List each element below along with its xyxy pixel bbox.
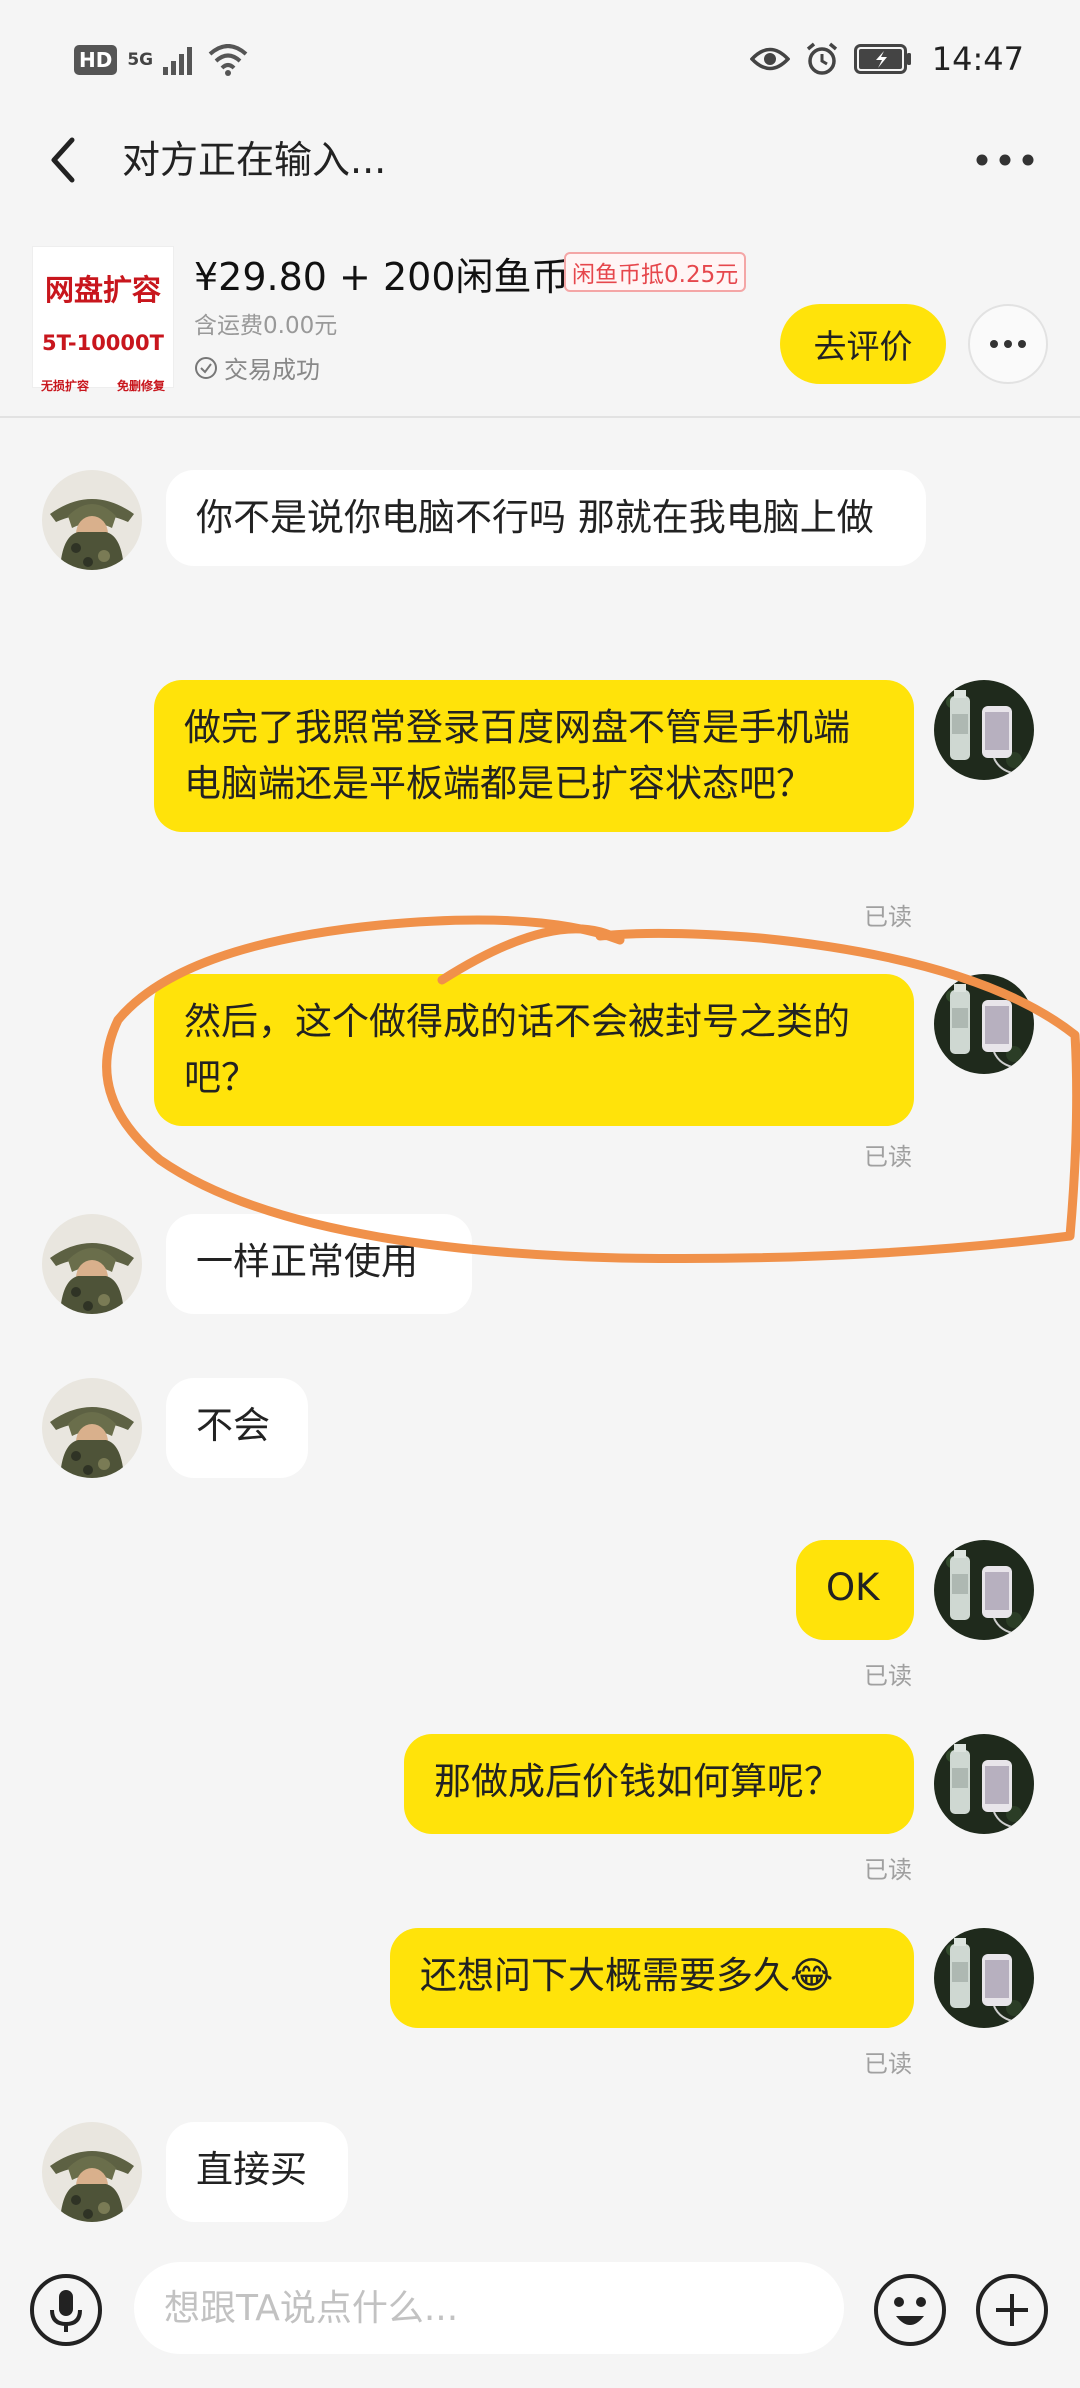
- product-thumbnail[interactable]: 网盘扩容 5T-10000T 无损扩容 免删修复: [32, 246, 174, 393]
- emoji-icon[interactable]: [872, 2272, 948, 2348]
- chat-header: 对方正在输入...: [0, 120, 1080, 200]
- deal-status: 交易成功: [194, 350, 320, 385]
- composer-bar: [0, 2248, 1080, 2388]
- thumbnail-title: 网盘扩容: [44, 273, 161, 307]
- seller-avatar[interactable]: [42, 1378, 142, 1478]
- read-receipt: 已读: [864, 1662, 912, 1690]
- clock: 14:47: [931, 40, 1024, 78]
- back-arrow-icon[interactable]: [40, 130, 90, 190]
- seller-avatar[interactable]: [42, 1214, 142, 1314]
- product-card[interactable]: 网盘扩容 5T-10000T 无损扩容 免删修复 ¥29.80 + 200闲鱼币…: [0, 226, 1080, 418]
- shipping-fee: 含运费0.00元: [194, 313, 338, 339]
- status-left: HD 5G: [74, 44, 249, 76]
- network-type: 5G: [127, 50, 154, 70]
- message-bubble-incoming[interactable]: 直接买: [166, 2122, 348, 2222]
- wifi-icon: [208, 44, 248, 76]
- message-bubble-outgoing[interactable]: OK: [796, 1540, 914, 1640]
- message-bubble-outgoing[interactable]: 那做成后价钱如何算呢？: [404, 1734, 914, 1834]
- buyer-avatar[interactable]: [934, 1928, 1034, 2028]
- rate-button[interactable]: 去评价: [780, 304, 946, 384]
- product-more-button[interactable]: [968, 304, 1048, 384]
- check-circle-icon: [195, 356, 217, 379]
- read-receipt: 已读: [864, 903, 912, 931]
- read-receipt: 已读: [864, 1856, 912, 1884]
- thumbnail-spec: 5T-10000T: [42, 331, 164, 355]
- hd-badge: HD: [74, 45, 118, 75]
- battery-icon: [853, 44, 911, 74]
- thumbnail-note-left: 无损扩容: [41, 379, 90, 393]
- more-options-icon[interactable]: [970, 138, 1040, 182]
- more-icon: [990, 340, 1026, 348]
- status-right: 14:47: [749, 40, 1024, 78]
- status-bar: HD 5G 14:47: [0, 0, 1080, 120]
- buyer-avatar[interactable]: [934, 680, 1034, 780]
- buyer-avatar[interactable]: [934, 1734, 1034, 1834]
- message-bubble-outgoing[interactable]: 还想问下大概需要多久😂: [390, 1928, 914, 2028]
- message-bubble-outgoing[interactable]: 然后，这个做得成的话不会被封号之类的吧？: [154, 974, 914, 1126]
- message-input[interactable]: [134, 2262, 844, 2354]
- message-bubble-incoming[interactable]: 不会: [166, 1378, 308, 1478]
- product-price: ¥29.80 + 200闲鱼币: [194, 255, 570, 299]
- deal-status-label: 交易成功: [224, 356, 320, 384]
- message-bubble-incoming[interactable]: 你不是说你电脑不行吗 那就在我电脑上做: [166, 470, 926, 566]
- seller-avatar[interactable]: [42, 470, 142, 570]
- buyer-avatar[interactable]: [934, 974, 1034, 1074]
- eye-icon: [749, 47, 790, 71]
- seller-avatar[interactable]: [42, 2122, 142, 2222]
- alarm-icon: [806, 42, 837, 75]
- plus-icon[interactable]: [974, 2272, 1050, 2348]
- read-receipt: 已读: [864, 2050, 912, 2078]
- buyer-avatar[interactable]: [934, 1540, 1034, 1640]
- coin-discount-badge: 闲鱼币抵0.25元: [564, 252, 747, 292]
- chat-title: 对方正在输入...: [122, 138, 387, 182]
- message-bubble-outgoing[interactable]: 做完了我照常登录百度网盘不管是手机端电脑端还是平板端都是已扩容状态吧？: [154, 680, 914, 832]
- thumbnail-note-right: 免删修复: [116, 379, 165, 393]
- read-receipt: 已读: [864, 1143, 912, 1171]
- message-bubble-incoming[interactable]: 一样正常使用: [166, 1214, 472, 1314]
- signal-icon: [163, 47, 193, 75]
- microphone-icon[interactable]: [28, 2272, 104, 2348]
